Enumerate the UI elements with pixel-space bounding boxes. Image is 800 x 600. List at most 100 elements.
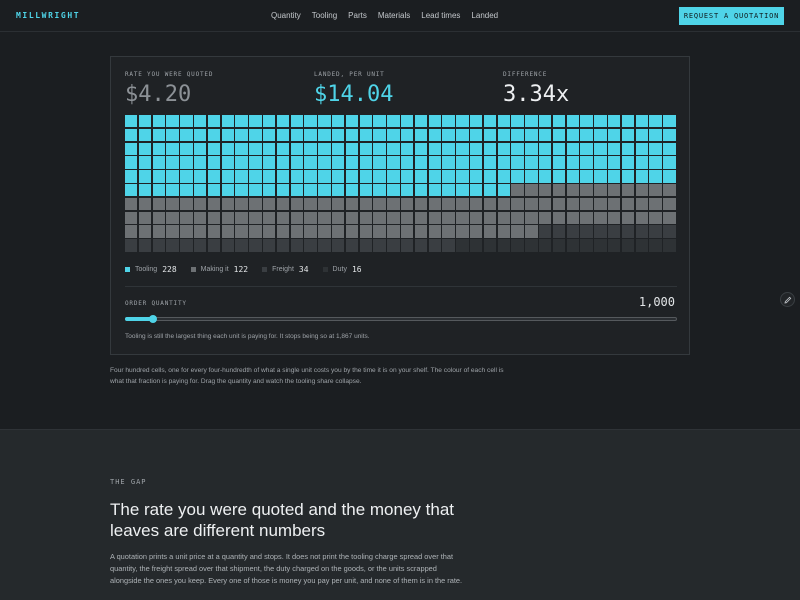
difference-value: 3.34x <box>503 82 570 107</box>
legend-count-freight: 34 <box>298 265 309 274</box>
cost-cell <box>663 197 676 211</box>
cost-cell <box>152 184 165 197</box>
cost-cell <box>635 184 648 197</box>
nav-link-quantity[interactable]: Quantity <box>271 11 301 20</box>
cost-cell <box>166 197 179 211</box>
cost-cell <box>387 225 400 238</box>
cost-cell <box>594 156 607 169</box>
cost-cell <box>414 239 428 252</box>
cost-cell <box>345 156 359 169</box>
cost-cell <box>663 225 676 238</box>
cost-cell <box>608 211 621 224</box>
legend-swatch-duty <box>322 267 328 272</box>
nav-link-parts[interactable]: Parts <box>348 11 367 20</box>
cost-cell <box>152 142 165 155</box>
cost-cell <box>180 115 193 128</box>
cost-cell <box>138 156 152 169</box>
nav-link-landed[interactable]: Landed <box>471 11 498 20</box>
cost-cell <box>539 142 552 155</box>
cost-cell <box>125 239 138 252</box>
cost-cell <box>649 128 662 142</box>
cost-cell <box>552 184 566 197</box>
cost-cell <box>428 128 441 142</box>
request-quotation-button[interactable]: REQUEST A QUOTATION <box>679 7 784 25</box>
order-quantity-slider[interactable] <box>125 315 677 323</box>
cost-cell <box>263 170 276 183</box>
cost-cell <box>497 197 510 211</box>
cost-cell <box>207 142 221 155</box>
cost-cell <box>525 184 538 197</box>
card-divider <box>125 286 677 287</box>
cost-cell <box>276 142 290 155</box>
cost-breakdown-card: RATE YOU WERE QUOTED $4.20 LANDED, PER U… <box>110 56 690 355</box>
cost-cell <box>166 142 179 155</box>
cost-cell <box>152 225 165 238</box>
cost-cell <box>304 170 317 183</box>
cost-cell <box>249 197 262 211</box>
cost-cell <box>635 142 648 155</box>
cost-cell <box>594 225 607 238</box>
cost-cell <box>621 211 635 224</box>
cost-cell <box>373 197 386 211</box>
cost-cell <box>194 156 207 169</box>
cost-cell <box>442 156 455 169</box>
cost-cell <box>470 156 483 169</box>
cost-cell <box>456 156 469 169</box>
cost-cell <box>566 115 579 128</box>
cost-cell <box>235 211 248 224</box>
cost-cell <box>263 197 276 211</box>
cost-cell <box>663 142 676 155</box>
cost-cell <box>483 128 497 142</box>
logo[interactable]: MILLWRIGHT <box>16 11 80 20</box>
landed-unit-stat: LANDED, PER UNIT $14.04 <box>314 71 393 107</box>
cost-cell <box>621 156 635 169</box>
cost-cell <box>594 184 607 197</box>
slider-thumb[interactable] <box>148 315 157 323</box>
cost-cell <box>511 184 524 197</box>
legend-name-freight: Freight <box>272 266 294 273</box>
cost-cell <box>525 142 538 155</box>
order-quantity-value: 1,000 <box>638 295 675 309</box>
cost-cell <box>442 142 455 155</box>
nav-link-tooling[interactable]: Tooling <box>312 11 337 20</box>
cost-cell <box>580 128 593 142</box>
edit-button[interactable] <box>780 292 795 307</box>
cost-cell <box>442 184 455 197</box>
cost-cell <box>621 142 635 155</box>
cost-cell <box>221 211 234 224</box>
cost-cell <box>608 170 621 183</box>
slider-track[interactable] <box>125 317 677 321</box>
cost-cell <box>290 115 303 128</box>
cost-cell <box>608 197 621 211</box>
nav-link-materials[interactable]: Materials <box>378 11 410 20</box>
cost-cell <box>594 128 607 142</box>
cost-cell <box>138 197 152 211</box>
cost-cell <box>497 128 510 142</box>
cost-cell <box>194 239 207 252</box>
nav-link-lead-times[interactable]: Lead times <box>421 11 460 20</box>
cost-cell <box>428 211 441 224</box>
cost-cell <box>497 170 510 183</box>
cost-cell <box>332 156 345 169</box>
cost-cell <box>332 128 345 142</box>
cost-cell <box>635 128 648 142</box>
cost-cell <box>345 197 359 211</box>
cost-cell <box>497 239 510 252</box>
cost-cell <box>125 211 138 224</box>
cost-cell <box>414 142 428 155</box>
cost-cell <box>401 170 414 183</box>
legend: Tooling 228 Making it 122 Freight 34 Dut… <box>125 265 376 274</box>
cost-cell <box>235 142 248 155</box>
cost-cell <box>414 115 428 128</box>
cost-cell <box>207 170 221 183</box>
cost-cell <box>483 239 497 252</box>
cost-cell <box>649 170 662 183</box>
cost-cell <box>497 115 510 128</box>
cost-cell <box>373 128 386 142</box>
cost-cell <box>621 128 635 142</box>
cost-cell <box>207 197 221 211</box>
cost-cell <box>649 115 662 128</box>
cost-cell <box>276 156 290 169</box>
cost-cell <box>566 197 579 211</box>
cost-cell <box>594 115 607 128</box>
